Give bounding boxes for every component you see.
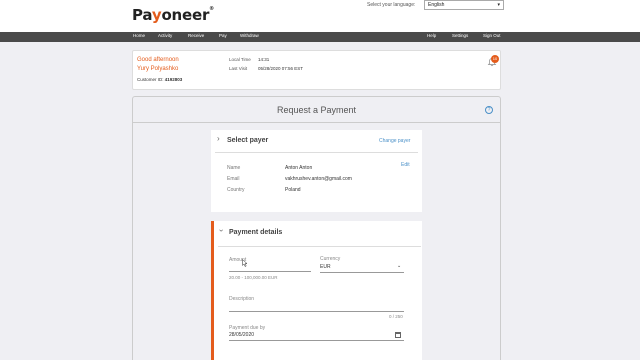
page-title: Request a Payment [276,105,357,115]
last-visit-label: Last Visit [229,66,248,71]
user-name: Yury Polyashko [137,66,179,72]
nav-item-activity[interactable]: Activity [158,33,172,38]
payment-details-card: › Payment details Amount 20.00 - 100,000… [211,221,422,360]
mouse-cursor-icon [242,259,248,267]
payer-email-value: vakhrushev.anton@gmail.com [285,176,352,182]
welcome-panel: Good afternoon Yury Polyashko Customer I… [132,50,501,90]
top-bar: Payoneer® Select your language: English … [0,0,640,32]
logo-text-pre: Pa [132,6,152,24]
payer-country-value: Poland [285,187,301,193]
change-payer-link[interactable]: Change payer [379,138,410,144]
description-label: Description [229,296,255,302]
edit-payer-link[interactable]: Edit [401,162,410,168]
payoneer-logo[interactable]: Payoneer® [132,6,214,24]
nav-item-settings[interactable]: Settings [452,33,468,38]
calendar-icon[interactable] [395,332,401,338]
language-label: Select your language: [367,2,416,8]
divider [218,246,421,247]
nav-item-pay[interactable]: Pay [219,33,227,38]
payer-name-value: Anton Anton [285,165,313,171]
chevron-right-icon[interactable]: › [217,134,220,143]
greeting-text: Good afternoon [137,57,179,63]
language-select[interactable]: English ▾ [424,0,504,10]
payer-country-label: Country [227,187,245,193]
help-icon[interactable]: ? [485,106,493,114]
payer-email-label: Email [227,176,240,182]
nav-item-home[interactable]: Home [133,33,145,38]
currency-field-underline[interactable] [320,272,404,273]
due-date-field-underline[interactable] [229,340,404,341]
nav-item-sign-out[interactable]: Sign Out [483,33,501,38]
description-counter: 0 / 250 [389,314,403,319]
customer-id: Customer ID: 4192803 [137,77,182,82]
logo-text-y: y [151,6,162,24]
due-date-label: Payment due by [229,325,266,331]
chevron-down-icon[interactable]: › [217,229,226,232]
select-payer-title: Select payer [227,137,269,144]
customer-id-label: Customer ID: [137,77,164,82]
currency-select[interactable]: EUR [320,264,331,270]
logo-trademark: ® [209,6,214,12]
chevron-down-icon: ▾ [497,2,500,8]
local-time-label: Local Time [229,57,251,62]
nav-item-withdraw[interactable]: Withdraw [240,33,259,38]
select-payer-card: › Select payer Change payer Edit Name An… [211,130,422,212]
amount-field-underline[interactable] [229,271,311,272]
description-input[interactable] [229,311,404,312]
payment-details-title: Payment details [229,229,283,236]
divider [215,152,418,153]
logo-text-post: oneer [161,6,210,24]
currency-label: Currency [320,256,341,262]
notification-badge: 10 [491,55,499,63]
payer-name-label: Name [227,165,241,171]
customer-id-value: 4192803 [164,77,183,82]
chevron-down-icon[interactable]: ⌄ [397,263,401,269]
local-time-value: 14:31 [258,57,270,62]
amount-hint: 20.00 - 100,000.00 EUR [229,275,278,280]
nav-item-receive[interactable]: Receive [188,33,204,38]
nav-item-help[interactable]: Help [427,33,436,38]
main-nav: Home Activity Receive Pay Withdraw Help … [0,32,640,42]
language-value: English [428,2,445,8]
last-visit-value: 05/28/2020 07:56 EST [258,66,304,71]
due-date-input[interactable]: 28/05/2020 [229,332,254,338]
request-payment-header: Request a Payment ? [133,97,500,123]
